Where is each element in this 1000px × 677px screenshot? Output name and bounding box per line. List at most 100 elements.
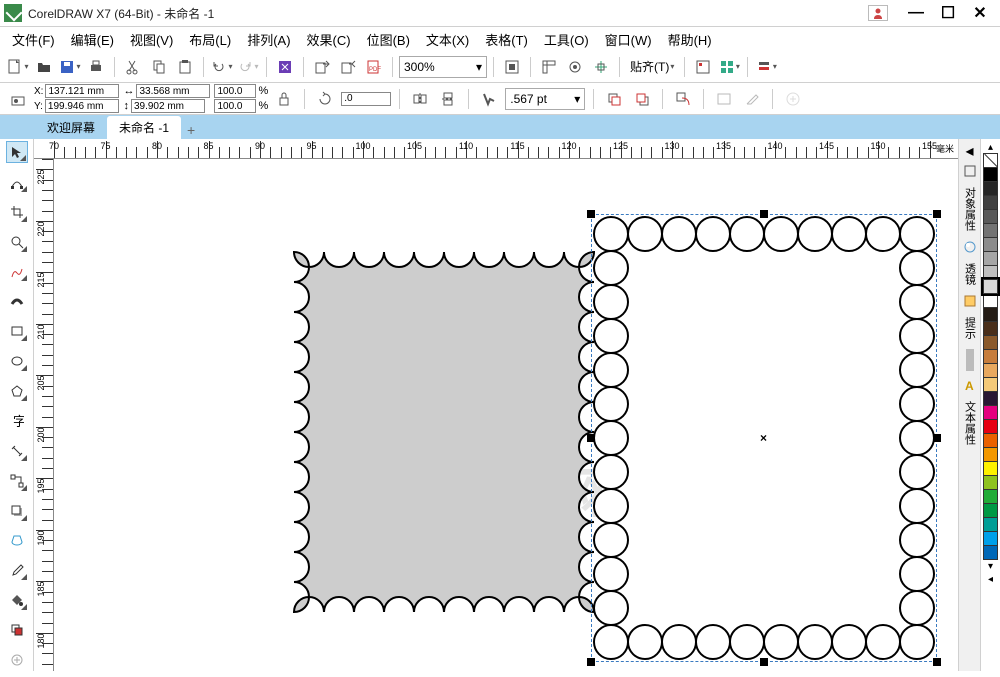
fullscreen-preview-icon[interactable] bbox=[500, 55, 524, 79]
selection-handle[interactable] bbox=[587, 210, 595, 218]
menu-bitmaps[interactable]: 位图(B) bbox=[359, 28, 418, 51]
scale-y-input[interactable] bbox=[214, 99, 256, 113]
close-button[interactable]: ✕ bbox=[964, 2, 996, 24]
parallel-dimension-tool[interactable] bbox=[6, 440, 28, 462]
color-swatch[interactable] bbox=[983, 531, 998, 546]
publish-pdf-icon[interactable]: PDF bbox=[362, 55, 386, 79]
menu-layout[interactable]: 布局(L) bbox=[181, 28, 239, 51]
color-swatch[interactable] bbox=[983, 265, 998, 280]
color-swatch[interactable] bbox=[983, 433, 998, 448]
expand-docker-icon[interactable]: ◂ bbox=[962, 143, 978, 159]
interactive-fill-tool[interactable] bbox=[6, 589, 28, 611]
mirror-horizontal-icon[interactable] bbox=[408, 87, 432, 111]
show-guidelines-icon[interactable] bbox=[589, 55, 613, 79]
selection-handle[interactable] bbox=[933, 210, 941, 218]
color-swatch[interactable] bbox=[983, 545, 998, 560]
text-tool[interactable]: 字 bbox=[6, 410, 28, 432]
width-input[interactable] bbox=[136, 84, 210, 98]
no-color-swatch[interactable] bbox=[983, 153, 998, 168]
snap-to-dropdown[interactable]: 贴齐(T) ▾ bbox=[626, 58, 678, 75]
menu-table[interactable]: 表格(T) bbox=[477, 28, 536, 51]
artistic-media-tool[interactable] bbox=[6, 290, 28, 312]
color-swatch[interactable] bbox=[983, 461, 998, 476]
menu-effects[interactable]: 效果(C) bbox=[299, 28, 359, 51]
color-swatch[interactable] bbox=[983, 349, 998, 364]
text-props-icon[interactable]: A bbox=[962, 377, 978, 393]
add-icon[interactable] bbox=[781, 87, 805, 111]
vertical-ruler[interactable]: 225220215210205200195190185180 bbox=[34, 159, 54, 671]
options-palette-icon[interactable]: ▾ bbox=[754, 55, 778, 79]
export-icon[interactable] bbox=[336, 55, 360, 79]
selection-handle[interactable] bbox=[933, 434, 941, 442]
color-eyedropper-tool[interactable] bbox=[6, 559, 28, 581]
docker-tab-lens[interactable]: 透镜 bbox=[960, 259, 980, 289]
color-swatch[interactable] bbox=[983, 363, 998, 378]
outline-width-select[interactable]: .567 pt▾ bbox=[505, 88, 585, 110]
color-swatch[interactable] bbox=[983, 475, 998, 490]
options-icon[interactable] bbox=[691, 55, 715, 79]
paste-icon[interactable] bbox=[173, 55, 197, 79]
tab-document[interactable]: 未命名 -1 bbox=[107, 116, 181, 139]
pick-tool[interactable] bbox=[6, 141, 28, 163]
tab-welcome[interactable]: 欢迎屏幕 bbox=[35, 116, 107, 139]
maximize-button[interactable]: ☐ bbox=[932, 2, 964, 24]
color-swatch[interactable] bbox=[983, 405, 998, 420]
menu-help[interactable]: 帮助(H) bbox=[660, 28, 720, 51]
transparency-tool[interactable] bbox=[6, 530, 28, 552]
palette-flyout-arrow[interactable]: ◂ bbox=[983, 573, 998, 586]
menu-text[interactable]: 文本(X) bbox=[418, 28, 477, 51]
docker-divider[interactable] bbox=[966, 349, 974, 371]
scale-x-input[interactable] bbox=[214, 84, 256, 98]
print-icon[interactable] bbox=[84, 55, 108, 79]
hints-icon[interactable] bbox=[962, 293, 978, 309]
selection-handle[interactable] bbox=[933, 658, 941, 666]
search-content-icon[interactable] bbox=[273, 55, 297, 79]
new-icon[interactable]: ▾ bbox=[6, 55, 30, 79]
smart-fill-tool[interactable] bbox=[6, 619, 28, 641]
color-swatch[interactable] bbox=[983, 279, 998, 294]
canvas-area[interactable]: 毫米 7075808590951001051101151201251301351… bbox=[34, 139, 958, 671]
selection-handle[interactable] bbox=[587, 658, 595, 666]
front-of-layer-icon[interactable] bbox=[602, 87, 626, 111]
open-icon[interactable] bbox=[32, 55, 56, 79]
minimize-button[interactable]: — bbox=[900, 2, 932, 24]
zoom-tool[interactable] bbox=[6, 231, 28, 253]
rotation-input[interactable] bbox=[341, 92, 391, 106]
stamp-shape[interactable] bbox=[294, 252, 594, 612]
show-rulers-icon[interactable] bbox=[537, 55, 561, 79]
connector-tool[interactable] bbox=[6, 470, 28, 492]
user-avatar[interactable] bbox=[868, 5, 888, 21]
freehand-tool[interactable] bbox=[6, 261, 28, 283]
cut-icon[interactable] bbox=[121, 55, 145, 79]
color-swatch[interactable] bbox=[983, 181, 998, 196]
menu-arrange[interactable]: 排列(A) bbox=[239, 28, 298, 51]
color-swatch[interactable] bbox=[983, 489, 998, 504]
polygon-tool[interactable] bbox=[6, 380, 28, 402]
object-props-icon[interactable] bbox=[962, 163, 978, 179]
color-swatch[interactable] bbox=[983, 293, 998, 308]
color-swatch[interactable] bbox=[983, 307, 998, 322]
app-launcher-icon[interactable]: ▾ bbox=[717, 55, 741, 79]
selection-center[interactable]: × bbox=[760, 431, 767, 445]
color-swatch[interactable] bbox=[983, 223, 998, 238]
rectangle-tool[interactable] bbox=[6, 320, 28, 342]
wrap-text-icon[interactable] bbox=[712, 87, 736, 111]
selection-handle[interactable] bbox=[587, 434, 595, 442]
drawing-area[interactable]: GX | 网 system.com bbox=[54, 159, 958, 671]
copy-icon[interactable] bbox=[147, 55, 171, 79]
color-swatch[interactable] bbox=[983, 167, 998, 182]
color-swatch[interactable] bbox=[983, 251, 998, 266]
menu-view[interactable]: 视图(V) bbox=[122, 28, 181, 51]
color-swatch[interactable] bbox=[983, 517, 998, 532]
color-swatch[interactable] bbox=[983, 237, 998, 252]
undo-icon[interactable]: ▾ bbox=[210, 55, 234, 79]
drop-shadow-tool[interactable] bbox=[6, 500, 28, 522]
color-swatch[interactable] bbox=[983, 195, 998, 210]
color-swatch[interactable] bbox=[983, 391, 998, 406]
shape-tool[interactable] bbox=[6, 171, 28, 193]
mirror-vertical-icon[interactable] bbox=[436, 87, 460, 111]
y-position-input[interactable] bbox=[45, 99, 119, 113]
palette-down-arrow[interactable]: ▾ bbox=[983, 560, 998, 573]
height-input[interactable] bbox=[131, 99, 205, 113]
color-swatch[interactable] bbox=[983, 335, 998, 350]
